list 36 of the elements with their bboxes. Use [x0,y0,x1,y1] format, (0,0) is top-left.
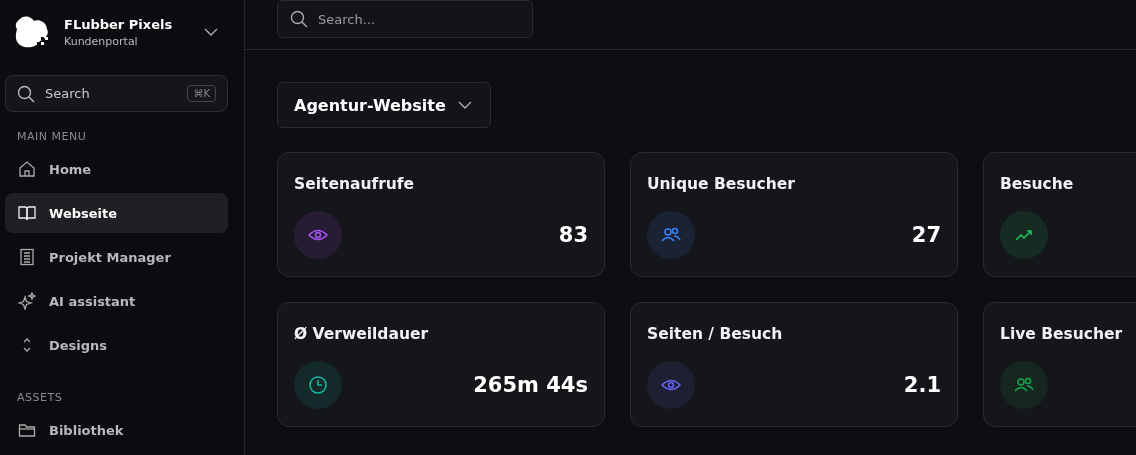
nav-item[interactable]: Webseite [5,193,228,233]
search-field[interactable]: Search... [277,0,533,38]
chevron-down-icon [457,101,472,109]
search-icon [290,10,308,28]
section-heading: MAIN MENU [16,129,88,145]
search-placeholder: Search... [318,11,376,27]
card-title: Ø Verweildauer [294,325,430,343]
clock-icon [307,374,329,396]
search-placeholder: Search [45,86,91,101]
folder-icon [18,421,36,439]
stat-value: 265m 44s [473,373,588,397]
card-title: Seiten / Besuch [647,325,784,343]
nav-item[interactable]: Designs [5,325,228,365]
stat-value: 2.1 [903,373,941,397]
search-icon [17,84,35,103]
nav-item[interactable]: Home [5,149,228,189]
nav-item[interactable]: Bibliothek [5,410,228,450]
card-title: Besuche [1000,175,1075,193]
stat-value: 83 [558,223,588,247]
card-title: Unique Besucher [647,175,796,193]
card-title: Live Besucher [1000,325,1124,343]
stat-value: 27 [911,223,941,247]
brand-subtitle: Kundenportal [64,34,139,48]
book-icon [18,204,36,222]
nav-item[interactable]: Projekt Manager [5,237,228,277]
home-icon [18,160,36,178]
website-dropdown[interactable]: Agentur-Website [277,82,491,128]
shortcut-badge: ⌘K [187,85,216,102]
brand-name: FLubber Pixels [64,16,174,32]
list-icon [18,248,36,266]
chevron-down-icon[interactable] [204,28,218,36]
sparkle-icon [18,292,36,310]
card-title: Seitenaufrufe [294,175,416,193]
nav-item[interactable]: AI assistant [5,281,228,321]
sidebar-search-field[interactable]: Search ⌘K [5,75,228,112]
section-heading: ASSETS [16,390,64,406]
